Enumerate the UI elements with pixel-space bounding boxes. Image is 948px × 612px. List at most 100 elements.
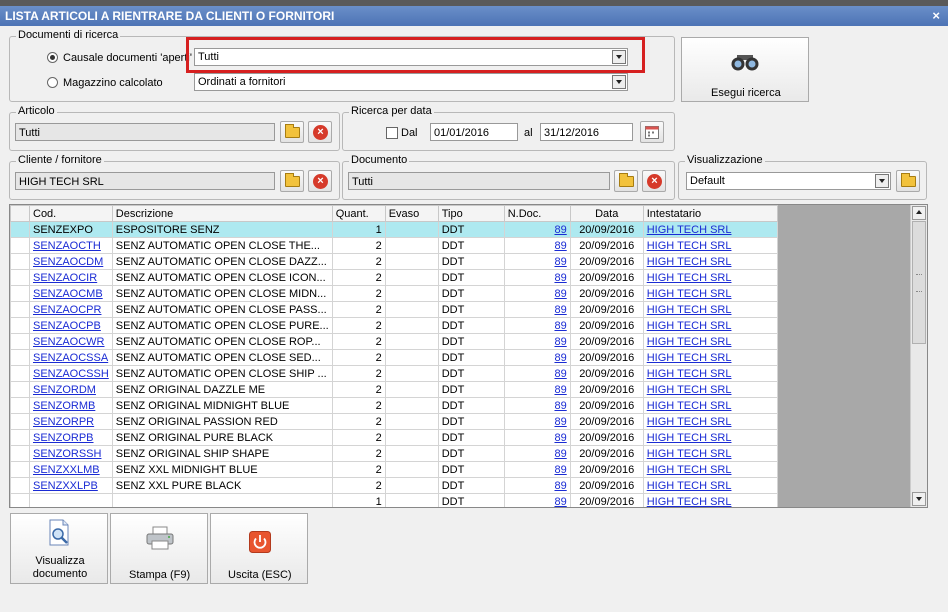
print-button[interactable]: Stampa (F9) xyxy=(110,513,208,584)
cell-evaso[interactable] xyxy=(384,301,439,318)
row-selector[interactable] xyxy=(10,285,30,302)
cell-descrizione[interactable]: SENZ ORIGINAL SHIP SHAPE xyxy=(111,445,333,462)
cell-intestatario[interactable]: HIGH TECH SRL xyxy=(642,317,778,334)
cell-ndoc[interactable]: 89 xyxy=(503,285,571,302)
cell-ndoc[interactable]: 89 xyxy=(503,269,571,286)
cell-intestatario[interactable]: HIGH TECH SRL xyxy=(642,365,778,382)
cell-quantita[interactable]: 1 xyxy=(331,221,386,238)
cell-tipo[interactable]: DDT xyxy=(437,493,505,507)
cell-intestatario[interactable]: HIGH TECH SRL xyxy=(642,413,778,430)
cell-ndoc[interactable]: 89 xyxy=(503,221,571,238)
cell-tipo[interactable]: DDT xyxy=(437,413,505,430)
cell-descrizione[interactable]: SENZ XXL PURE BLACK xyxy=(111,477,333,494)
cell-data[interactable]: 20/09/2016 xyxy=(569,397,644,414)
cell-descrizione[interactable]: SENZ AUTOMATIC OPEN CLOSE SED... xyxy=(111,349,333,366)
row-selector[interactable] xyxy=(10,221,30,238)
row-selector[interactable] xyxy=(10,445,30,462)
cell-ndoc-link[interactable]: 89 xyxy=(554,496,566,508)
cell-data[interactable]: 20/09/2016 xyxy=(569,445,644,462)
cell-cod[interactable]: SENZORPR xyxy=(29,413,113,430)
cell-intestatario-link[interactable]: HIGH TECH SRL xyxy=(647,272,732,284)
cell-tipo[interactable]: DDT xyxy=(437,317,505,334)
cell-descrizione[interactable]: SENZ AUTOMATIC OPEN CLOSE ROP... xyxy=(111,333,333,350)
cell-ndoc[interactable]: 89 xyxy=(503,349,571,366)
cell-cod[interactable]: SENZAOCSSH xyxy=(29,365,113,382)
documento-browse-button[interactable] xyxy=(614,170,638,192)
table-row[interactable]: SENZXXLMB SENZ XXL MIDNIGHT BLUE 2 DDT 89 20/… xyxy=(10,461,778,478)
cell-descrizione[interactable]: ESPOSITORE SENZ xyxy=(111,221,333,238)
cell-data[interactable]: 20/09/2016 xyxy=(569,333,644,350)
cell-cod[interactable]: SENZAOCWR xyxy=(29,333,113,350)
cell-intestatario[interactable]: HIGH TECH SRL xyxy=(642,477,778,494)
chevron-down-icon[interactable] xyxy=(875,174,889,188)
column-header[interactable]: Descrizione xyxy=(111,205,333,222)
cliente-browse-button[interactable] xyxy=(280,170,304,192)
cell-evaso[interactable] xyxy=(384,493,439,507)
column-header[interactable]: Cod. xyxy=(29,205,113,222)
column-header[interactable]: Data xyxy=(569,205,644,222)
table-row[interactable]: SENZAOCIR SENZ AUTOMATIC OPEN CLOSE ICON.… xyxy=(10,269,778,286)
cell-tipo[interactable]: DDT xyxy=(437,461,505,478)
calendar-button[interactable] xyxy=(640,121,664,143)
cell-descrizione[interactable]: SENZ AUTOMATIC OPEN CLOSE PURE... xyxy=(111,317,333,334)
cell-data[interactable]: 20/09/2016 xyxy=(569,285,644,302)
cell-descrizione[interactable]: SENZ AUTOMATIC OPEN CLOSE DAZZ... xyxy=(111,253,333,270)
cell-intestatario-link[interactable]: HIGH TECH SRL xyxy=(647,240,732,252)
cell-data[interactable]: 20/09/2016 xyxy=(569,301,644,318)
cell-quantita[interactable]: 2 xyxy=(331,365,386,382)
cell-quantita[interactable]: 2 xyxy=(331,317,386,334)
cell-intestatario-link[interactable]: HIGH TECH SRL xyxy=(647,480,732,492)
cell-evaso[interactable] xyxy=(384,333,439,350)
cell-intestatario[interactable]: HIGH TECH SRL xyxy=(642,349,778,366)
cell-descrizione[interactable]: SENZ ORIGINAL PASSION RED xyxy=(111,413,333,430)
scroll-down-icon[interactable] xyxy=(912,492,926,506)
scroll-thumb[interactable] xyxy=(912,221,926,344)
articolo-field[interactable]: Tutti xyxy=(15,123,275,141)
table-row[interactable]: SENZEXPO ESPOSITORE SENZ 1 DDT 89 20/09/2016 H… xyxy=(10,221,778,238)
cell-intestatario-link[interactable]: HIGH TECH SRL xyxy=(647,384,732,396)
cell-data[interactable]: 20/09/2016 xyxy=(569,477,644,494)
cell-descrizione[interactable]: SENZ AUTOMATIC OPEN CLOSE ICON... xyxy=(111,269,333,286)
table-row[interactable]: SENZORMB SENZ ORIGINAL MIDNIGHT BLUE 2 DDT 8… xyxy=(10,397,778,414)
cell-tipo[interactable]: DDT xyxy=(437,445,505,462)
cell-intestatario-link[interactable]: HIGH TECH SRL xyxy=(647,464,732,476)
cell-ndoc[interactable]: 89 xyxy=(503,333,571,350)
cell-tipo[interactable]: DDT xyxy=(437,221,505,238)
documento-field[interactable]: Tutti xyxy=(348,172,610,190)
cell-tipo[interactable]: DDT xyxy=(437,381,505,398)
cell-ndoc-link[interactable]: 89 xyxy=(554,304,566,316)
cell-quantita[interactable]: 2 xyxy=(331,237,386,254)
cell-cod[interactable] xyxy=(29,493,113,507)
cell-cod-link[interactable]: SENZAOCWR xyxy=(33,336,105,348)
date-from-field[interactable]: 01/01/2016 xyxy=(430,123,518,141)
cell-evaso[interactable] xyxy=(384,269,439,286)
cell-ndoc[interactable]: 89 xyxy=(503,477,571,494)
cell-quantita[interactable]: 2 xyxy=(331,333,386,350)
cell-ndoc-link[interactable]: 89 xyxy=(554,224,566,236)
cell-cod-link[interactable]: SENZAOCTH xyxy=(33,240,101,252)
cell-ndoc-link[interactable]: 89 xyxy=(554,272,566,284)
cell-data[interactable]: 20/09/2016 xyxy=(569,237,644,254)
cell-ndoc[interactable]: 89 xyxy=(503,445,571,462)
cell-intestatario[interactable]: HIGH TECH SRL xyxy=(642,237,778,254)
cell-tipo[interactable]: DDT xyxy=(437,253,505,270)
cell-data[interactable]: 20/09/2016 xyxy=(569,429,644,446)
cell-cod[interactable]: SENZORPB xyxy=(29,429,113,446)
row-selector[interactable] xyxy=(10,253,30,270)
row-selector[interactable] xyxy=(10,317,30,334)
cell-tipo[interactable]: DDT xyxy=(437,477,505,494)
cell-tipo[interactable]: DDT xyxy=(437,269,505,286)
row-selector[interactable] xyxy=(10,333,30,350)
table-row[interactable]: SENZXXLPB SENZ XXL PURE BLACK 2 DDT 89 20/09/… xyxy=(10,477,778,494)
cell-ndoc[interactable]: 89 xyxy=(503,429,571,446)
cell-cod[interactable]: SENZAOCIR xyxy=(29,269,113,286)
cell-ndoc[interactable]: 89 xyxy=(503,493,571,508)
cell-quantita[interactable]: 2 xyxy=(331,381,386,398)
cell-ndoc[interactable]: 89 xyxy=(503,317,571,334)
cell-cod-link[interactable]: SENZAOCSSH xyxy=(33,368,109,380)
cell-evaso[interactable] xyxy=(384,365,439,382)
cell-cod-link[interactable]: SENZXXLPB xyxy=(33,480,98,492)
cell-quantita[interactable]: 2 xyxy=(331,413,386,430)
cell-cod-link[interactable]: SENZORPB xyxy=(33,432,94,444)
cell-intestatario[interactable]: HIGH TECH SRL xyxy=(642,301,778,318)
